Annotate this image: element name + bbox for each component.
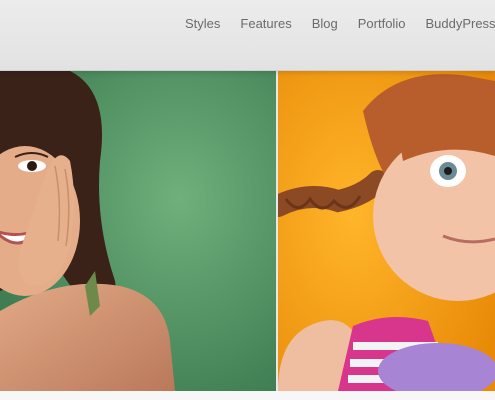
nav-item-features[interactable]: Features <box>240 15 291 33</box>
woman-photo-illustration <box>0 71 276 391</box>
nav-item-buddypress[interactable]: BuddyPress <box>425 15 495 33</box>
site-header: Styles Features Blog Portfolio BuddyPres… <box>0 0 495 71</box>
nav-item-styles[interactable]: Styles <box>185 15 220 33</box>
nav-item-portfolio[interactable]: Portfolio <box>358 15 406 33</box>
hero-slider <box>0 71 495 391</box>
content-area <box>0 391 495 400</box>
main-nav: Styles Features Blog Portfolio BuddyPres… <box>185 15 495 33</box>
girl-photo-illustration <box>278 71 495 391</box>
hero-photo-woman <box>0 71 276 391</box>
nav-item-blog[interactable]: Blog <box>312 15 338 33</box>
hero-photo-girl <box>278 71 495 391</box>
